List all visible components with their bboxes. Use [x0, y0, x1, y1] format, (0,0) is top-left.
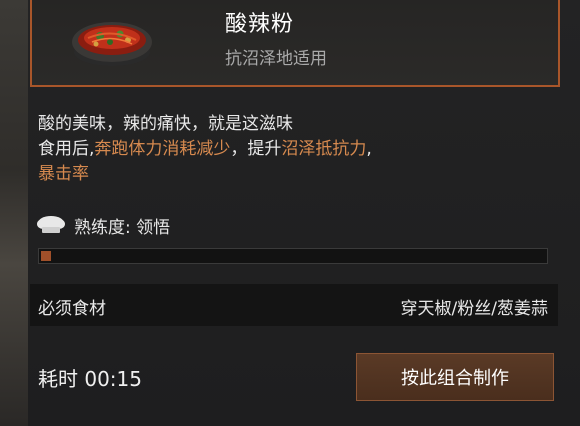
recipe-description: 酸的美味，辣的痛快，就是这滋味 食用后,奔跑体力消耗减少，提升沼泽抵抗力, 暴击…: [38, 112, 558, 187]
ingredients-value: 穿天椒/粉丝/葱姜蒜: [400, 299, 548, 319]
effect-stamina: 奔跑体力消耗减少: [94, 139, 231, 159]
craft-button[interactable]: 按此组合制作: [356, 353, 554, 401]
description-line-2: 食用后,奔跑体力消耗减少，提升沼泽抵抗力,: [38, 137, 558, 162]
cook-time: 耗时 00:15: [38, 367, 142, 391]
description-text: ,: [366, 139, 372, 159]
description-text: ，提升: [230, 139, 282, 159]
proficiency-row: 熟练度: 领悟: [36, 212, 170, 238]
effect-crit-rate: 暴击率: [38, 164, 89, 184]
description-text: 食用后,: [38, 139, 95, 159]
ingredients-row: 必须食材 穿天椒/粉丝/葱姜蒜: [30, 284, 558, 326]
recipe-header-card[interactable]: 酸辣粉 抗沼泽地适用: [30, 0, 560, 87]
ingredients-label: 必须食材: [38, 299, 106, 319]
proficiency-bar: [38, 248, 548, 264]
proficiency-label: 熟练度: 领悟: [74, 217, 171, 238]
recipe-title: 酸辣粉: [225, 12, 295, 37]
noodle-bowl-icon: [72, 22, 152, 66]
description-line-3: 暴击率: [38, 162, 558, 187]
chef-hat-icon: [37, 216, 65, 233]
proficiency-bar-fill: [41, 251, 51, 261]
recipe-subtitle: 抗沼泽地适用: [225, 49, 327, 69]
effect-swamp-resistance: 沼泽抵抗力: [281, 139, 367, 159]
description-line-1: 酸的美味，辣的痛快，就是这滋味: [38, 114, 293, 134]
